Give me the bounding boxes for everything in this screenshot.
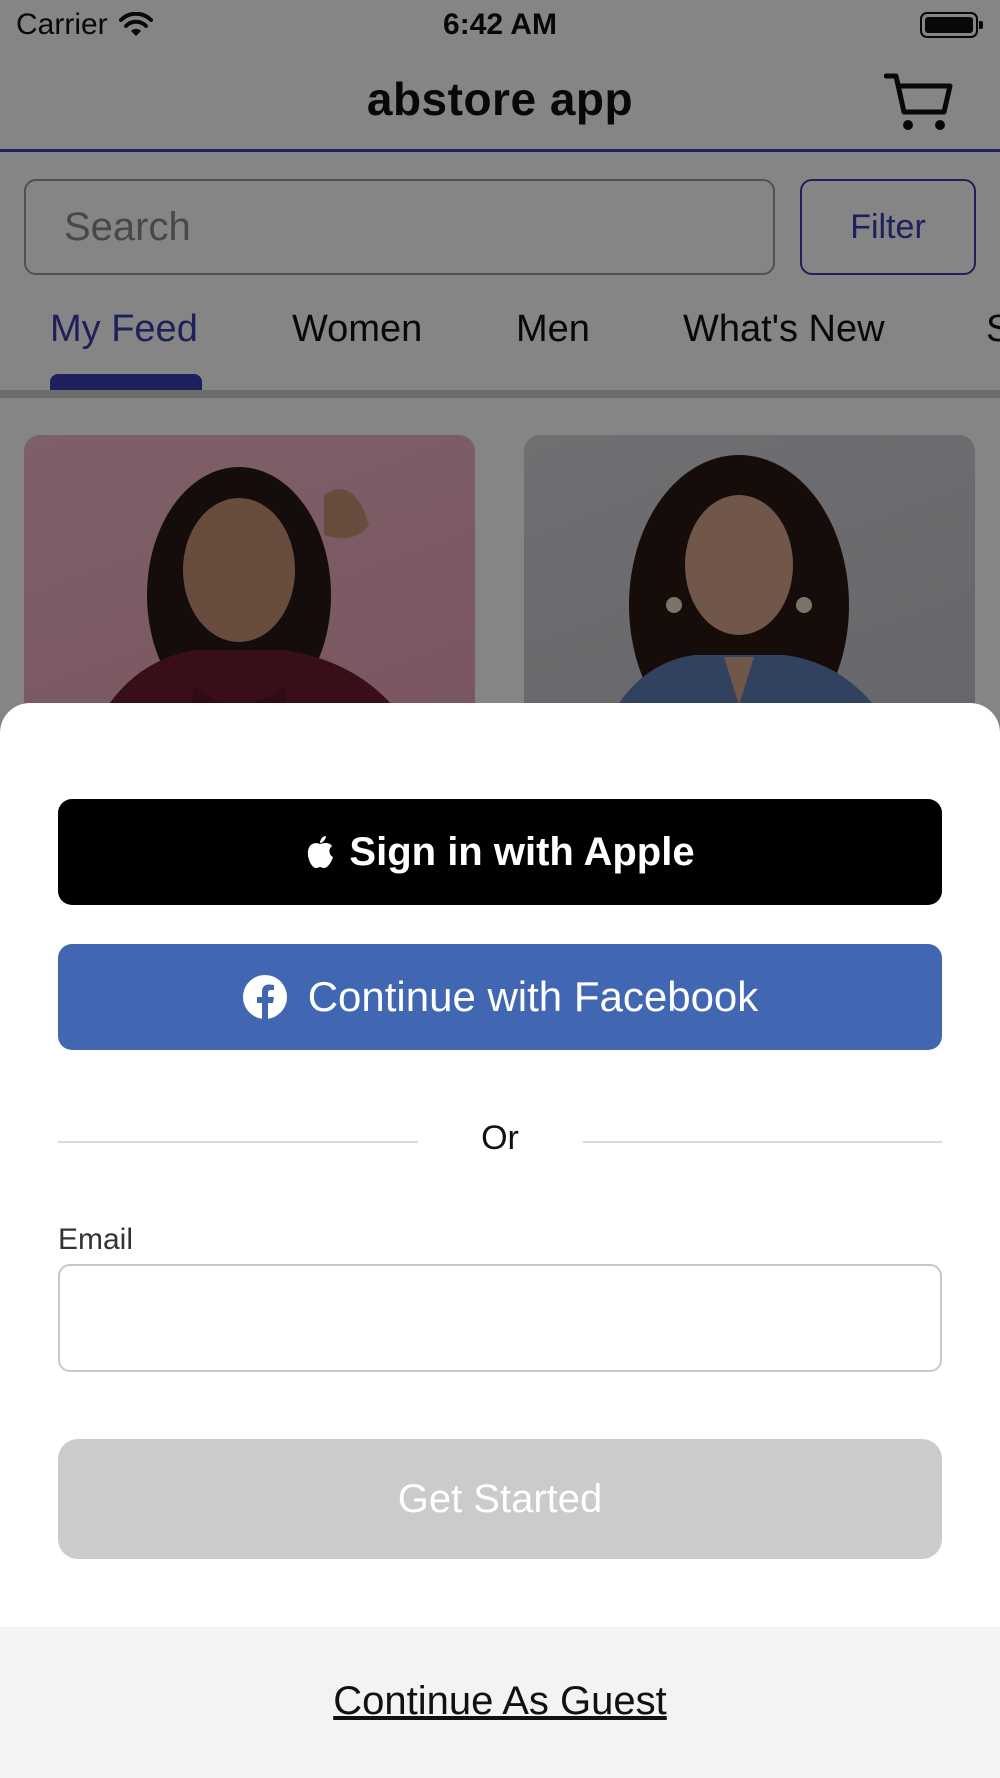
or-separator: Or — [481, 1119, 519, 1157]
app-screen: Carrier 6:42 AM abstore app Filter My Fe… — [0, 0, 1000, 1778]
apple-button-label: Sign in with Apple — [349, 829, 695, 874]
email-label: Email — [58, 1223, 134, 1256]
sign-in-with-apple-button[interactable]: Sign in with Apple — [58, 799, 942, 905]
continue-with-facebook-button[interactable]: Continue with Facebook — [58, 944, 942, 1050]
sign-in-sheet: Sign in with Apple Continue with Faceboo… — [0, 703, 1000, 1778]
facebook-icon — [242, 975, 287, 1020]
continue-as-guest-link[interactable]: Continue As Guest — [0, 1679, 1000, 1724]
apple-icon — [308, 836, 334, 868]
facebook-button-label: Continue with Facebook — [307, 973, 759, 1020]
get-started-button[interactable]: Get Started — [58, 1439, 942, 1559]
divider-line-right — [583, 1141, 942, 1143]
email-field[interactable] — [58, 1264, 942, 1372]
sheet-footer: Continue As Guest — [0, 1627, 1000, 1778]
